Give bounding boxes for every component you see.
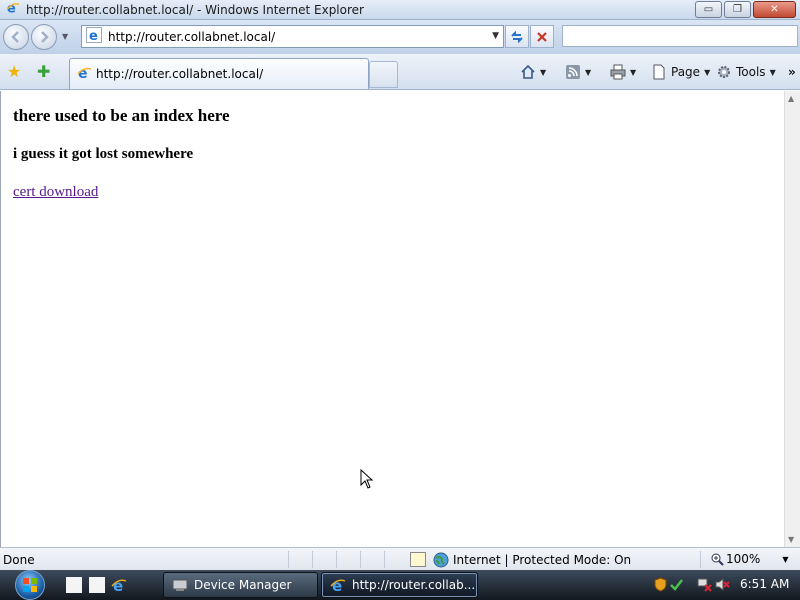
feeds-button[interactable]: ▼ xyxy=(565,61,591,83)
zoom-icon xyxy=(711,553,724,566)
forward-arrow-icon xyxy=(41,31,49,43)
page-subheading: i guess it got lost somewhere xyxy=(13,146,194,162)
windows-logo-icon xyxy=(15,570,45,600)
window-title: http://router.collabnet.local/ - Windows… xyxy=(26,2,364,17)
mouse-cursor-icon xyxy=(360,469,374,489)
printer-icon xyxy=(610,64,626,80)
start-button[interactable] xyxy=(8,570,52,600)
ie-icon: e xyxy=(330,577,346,593)
clock[interactable]: 6:51 AM xyxy=(740,577,789,591)
volume-muted-icon[interactable] xyxy=(715,577,730,592)
page-content: there used to be an index here i guess i… xyxy=(0,91,784,547)
refresh-button[interactable] xyxy=(505,25,529,48)
show-desktop-icon[interactable] xyxy=(66,577,82,593)
address-dropdown-icon[interactable]: ▼ xyxy=(492,31,499,41)
maximize-icon: ❐ xyxy=(733,4,742,15)
add-favorite-icon[interactable]: ✚ xyxy=(37,62,50,81)
svg-text:e: e xyxy=(113,577,123,593)
window-titlebar[interactable]: e http://router.collabnet.local/ - Windo… xyxy=(0,0,800,20)
page-ie-icon: e xyxy=(86,27,102,46)
page-menu-button[interactable]: Page ▼ xyxy=(651,61,710,83)
tab-command-bar: ★ ✚ e http://router.collabnet.local/ ▼ ▼… xyxy=(0,54,800,90)
status-separator xyxy=(336,551,337,568)
status-separator xyxy=(384,551,385,568)
status-text: Done xyxy=(3,553,35,567)
tab-label: http://router.collabnet.local/ xyxy=(96,67,264,81)
security-shield-icon[interactable] xyxy=(653,577,668,592)
print-dropdown-icon[interactable]: ▼ xyxy=(630,68,636,77)
zoom-control[interactable]: 100% ▼ xyxy=(710,552,788,566)
refresh-icon xyxy=(511,30,523,43)
address-url[interactable]: http://router.collabnet.local/ xyxy=(108,30,275,44)
switch-windows-icon[interactable] xyxy=(89,577,105,593)
gear-icon xyxy=(718,66,730,78)
more-commands-button[interactable]: » xyxy=(788,61,796,83)
maximize-button[interactable]: ❐ xyxy=(724,1,751,18)
tab-current[interactable]: e http://router.collabnet.local/ xyxy=(69,58,369,89)
navigation-bar: ▼ e http://router.collabnet.local/ ▼ xyxy=(0,20,800,54)
status-bar: Done Internet | Protected Mode: On 100% … xyxy=(0,547,800,570)
tools-dropdown-icon: ▼ xyxy=(769,67,776,77)
forward-button[interactable] xyxy=(31,24,57,50)
search-input[interactable] xyxy=(562,25,798,47)
zoom-level: 100% xyxy=(726,552,761,566)
quicklaunch-ie-icon[interactable]: e xyxy=(111,577,127,595)
home-button[interactable]: ▼ xyxy=(520,61,546,83)
popup-blocker-icon[interactable] xyxy=(410,552,426,567)
taskbar-button-label: Device Manager xyxy=(194,578,292,592)
minimize-button[interactable]: ▭ xyxy=(695,1,722,18)
ie-icon: e xyxy=(6,1,20,18)
checkmark-icon[interactable] xyxy=(669,577,684,592)
close-icon: ✕ xyxy=(770,4,779,15)
svg-text:e: e xyxy=(332,577,342,593)
close-button[interactable]: ✕ xyxy=(753,1,796,18)
scroll-down-icon[interactable]: ▼ xyxy=(788,535,794,544)
zoom-dropdown-icon[interactable]: ▼ xyxy=(782,555,788,564)
page-heading: there used to be an index here xyxy=(13,106,230,125)
print-button[interactable]: ▼ xyxy=(610,61,636,83)
recent-pages-dropdown[interactable]: ▼ xyxy=(62,32,68,41)
address-bar[interactable]: e http://router.collabnet.local/ ▼ xyxy=(81,25,504,48)
device-manager-icon xyxy=(172,579,188,591)
stop-icon xyxy=(537,31,547,42)
security-zone[interactable]: Internet | Protected Mode: On xyxy=(433,552,631,568)
rss-icon xyxy=(566,65,580,79)
status-separator xyxy=(700,551,701,568)
network-icon[interactable] xyxy=(697,577,712,592)
status-separator xyxy=(360,551,361,568)
globe-icon xyxy=(433,552,449,568)
zone-label: Internet | Protected Mode: On xyxy=(453,553,632,567)
tab-ie-icon: e xyxy=(76,65,92,84)
new-tab-button[interactable] xyxy=(369,61,398,88)
star-icon[interactable]: ★ xyxy=(7,62,21,81)
minimize-icon: ▭ xyxy=(703,4,714,15)
system-tray: 6:51 AM xyxy=(645,570,800,600)
cert-download-link[interactable]: cert download xyxy=(13,184,98,201)
home-icon xyxy=(521,64,535,79)
feeds-dropdown-icon[interactable]: ▼ xyxy=(585,68,591,77)
tools-menu-label: Tools xyxy=(736,65,766,79)
taskbar-ie-window[interactable]: e http://router.collab... xyxy=(321,572,478,598)
tools-menu-button[interactable]: Tools ▼ xyxy=(716,61,776,83)
back-arrow-icon xyxy=(11,31,19,43)
taskbar: e Device Manager e http://router.collab.… xyxy=(0,570,800,600)
taskbar-device-manager[interactable]: Device Manager xyxy=(163,572,318,598)
vertical-scrollbar[interactable]: ▲ ▼ xyxy=(784,91,800,547)
status-separator xyxy=(312,551,313,568)
status-separator xyxy=(288,551,289,568)
stop-button[interactable] xyxy=(530,25,554,48)
page-menu-label: Page xyxy=(671,65,701,79)
scroll-up-icon[interactable]: ▲ xyxy=(788,94,794,103)
taskbar-button-label: http://router.collab... xyxy=(352,578,476,592)
home-dropdown-icon[interactable]: ▼ xyxy=(540,68,546,77)
page-dropdown-icon: ▼ xyxy=(704,67,711,77)
svg-text:e: e xyxy=(89,29,98,43)
page-icon xyxy=(653,64,665,80)
back-button[interactable] xyxy=(3,24,29,50)
